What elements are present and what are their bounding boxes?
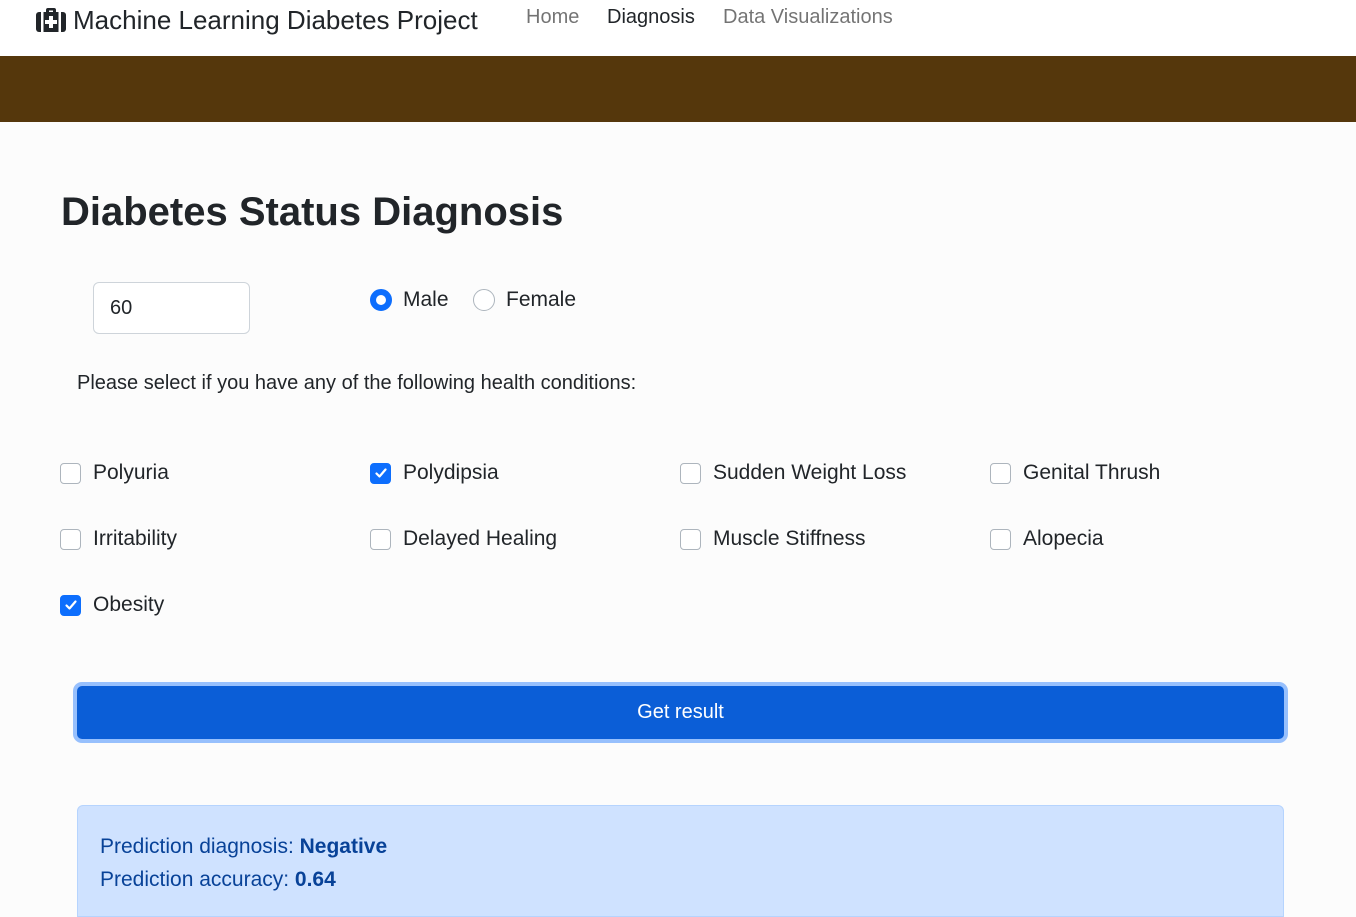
condition-irritability[interactable]: Irritability [60,526,177,552]
muscle-stiffness-label: Muscle Stiffness [713,527,866,550]
delayed-healing-checkbox[interactable] [370,528,391,550]
sudden-weight-loss-label: Sudden Weight Loss [713,461,907,484]
prediction-diagnosis-line: Prediction diagnosis: Negative [100,830,1261,863]
prediction-accuracy-value: 0.64 [294,868,336,891]
nav-link-data-visualizations[interactable]: Data Visualizations [723,6,893,29]
nav-link-home[interactable]: Home [526,6,579,29]
muscle-stiffness-checkbox[interactable] [680,528,701,550]
condition-delayed-healing[interactable]: Delayed Healing [370,526,557,552]
polydipsia-checkbox[interactable] [370,462,391,484]
female-label: Female [506,288,577,311]
male-label: Male [403,288,449,311]
condition-alopecia[interactable]: Alopecia [990,526,1104,552]
genital-thrush-checkbox[interactable] [990,462,1011,484]
condition-muscle-stiffness[interactable]: Muscle Stiffness [680,526,866,552]
brand-title: Machine Learning Diabetes Project [73,4,478,35]
obesity-checkbox[interactable] [60,594,81,616]
genital-thrush-label: Genital Thrush [1023,461,1161,484]
prediction-diagnosis-label: Prediction diagnosis: [100,835,300,858]
polyuria-label: Polyuria [93,461,169,484]
condition-sudden-weight-loss[interactable]: Sudden Weight Loss [680,460,906,486]
prediction-diagnosis-value: Negative [299,835,388,858]
prediction-accuracy-line: Prediction accuracy: 0.64 [100,863,1261,896]
page-title: Diabetes Status Diagnosis [61,190,564,234]
age-input[interactable] [93,282,250,334]
gender-female-option[interactable]: Female [473,287,576,313]
gender-male-option[interactable]: Male [370,287,449,313]
polyuria-checkbox[interactable] [60,462,81,484]
sudden-weight-loss-checkbox[interactable] [680,462,701,484]
alopecia-checkbox[interactable] [990,528,1011,550]
polydipsia-label: Polydipsia [403,461,499,484]
obesity-label: Obesity [93,593,165,616]
female-radio[interactable] [473,289,495,311]
alopecia-label: Alopecia [1023,527,1104,550]
irritability-checkbox[interactable] [60,528,81,550]
get-result-button[interactable]: Get result [77,686,1284,739]
header-banner [0,56,1356,122]
prediction-result-alert: Prediction diagnosis: Negative Predictio… [77,805,1284,917]
condition-polydipsia[interactable]: Polydipsia [370,460,499,486]
nav-link-diagnosis[interactable]: Diagnosis [607,6,695,29]
brand-link[interactable]: Machine Learning Diabetes Project [36,3,478,37]
conditions-instructions: Please select if you have any of the fol… [77,372,637,394]
condition-polyuria[interactable]: Polyuria [60,460,169,486]
prediction-accuracy-label: Prediction accuracy: [100,868,295,891]
condition-genital-thrush[interactable]: Genital Thrush [990,460,1160,486]
condition-obesity[interactable]: Obesity [60,592,164,618]
male-radio[interactable] [370,289,392,311]
irritability-label: Irritability [93,527,178,550]
navbar: Machine Learning Diabetes Project Home D… [0,0,1356,56]
medkit-icon [36,8,66,32]
delayed-healing-label: Delayed Healing [403,527,558,550]
